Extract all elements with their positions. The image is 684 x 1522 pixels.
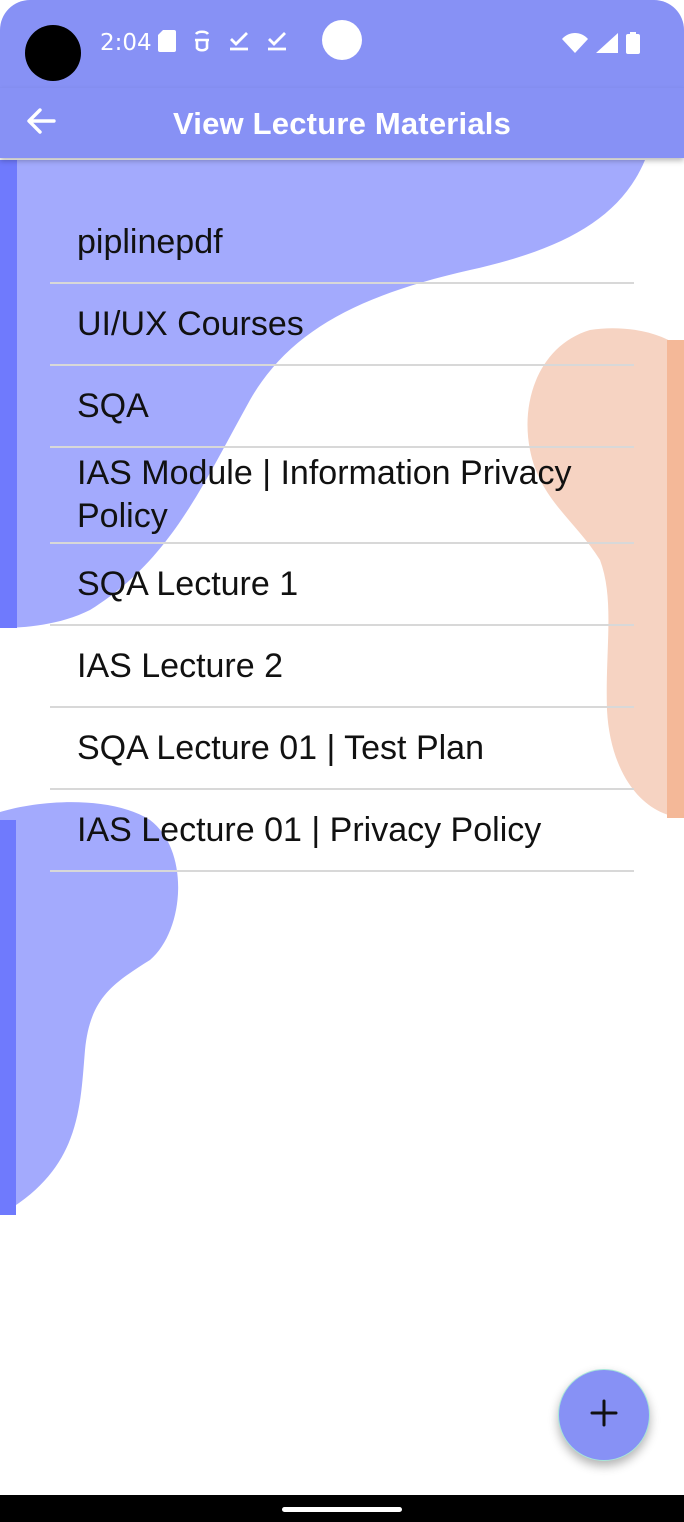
check-icon [228,30,250,52]
app-bar: View Lecture Materials [0,88,684,158]
list-item-label: piplinepdf [77,222,223,261]
list-item[interactable]: piplinepdf [50,202,634,284]
status-indicator-dot [322,20,362,60]
list-item[interactable]: UI/UX Courses [50,284,634,366]
blue-blob-top-edge [0,160,17,628]
list-item-label: SQA Lecture 01 | Test Plan [77,728,485,767]
list-item-label: UI/UX Courses [77,304,304,343]
page-title: View Lecture Materials [172,106,512,141]
add-material-button[interactable] [558,1369,650,1461]
home-gesture-handle[interactable] [282,1507,402,1512]
list-item[interactable]: IAS Module | Information Privacy Policy [50,448,634,544]
list-item[interactable]: IAS Lecture 2 [50,626,634,708]
list-item[interactable]: SQA Lecture 1 [50,544,634,626]
blue-blob-bottom-edge [0,820,16,1215]
status-time: 2:04 [100,30,152,56]
signal-icon [596,33,618,58]
list-item[interactable]: SQA [50,366,634,448]
camera-cutout [25,25,81,81]
plus-icon [590,1399,618,1432]
security-icon [192,30,212,52]
list-item[interactable]: SQA Lecture 01 | Test Plan [50,708,634,790]
list-item-label: IAS Module | Information Privacy Policy [77,454,572,535]
peach-blob-edge [667,340,684,818]
system-nav-bar [0,1495,684,1522]
status-icons-left [158,30,288,52]
wifi-icon [562,33,588,58]
list-item-label: IAS Lecture 2 [77,646,284,685]
check-icon [266,30,288,52]
status-icons-right [562,32,640,59]
sd-card-icon [158,30,176,52]
list-item-label: SQA [77,386,149,425]
list-item-label: SQA Lecture 1 [77,564,299,603]
lecture-materials-list: piplinepdf UI/UX Courses SQA IAS Module … [50,202,634,872]
status-bar: 2:04 [0,0,684,88]
battery-icon [626,32,640,59]
list-item[interactable]: IAS Lecture 01 | Privacy Policy [50,790,634,872]
list-item-label: IAS Lecture 01 | Privacy Policy [77,810,542,849]
